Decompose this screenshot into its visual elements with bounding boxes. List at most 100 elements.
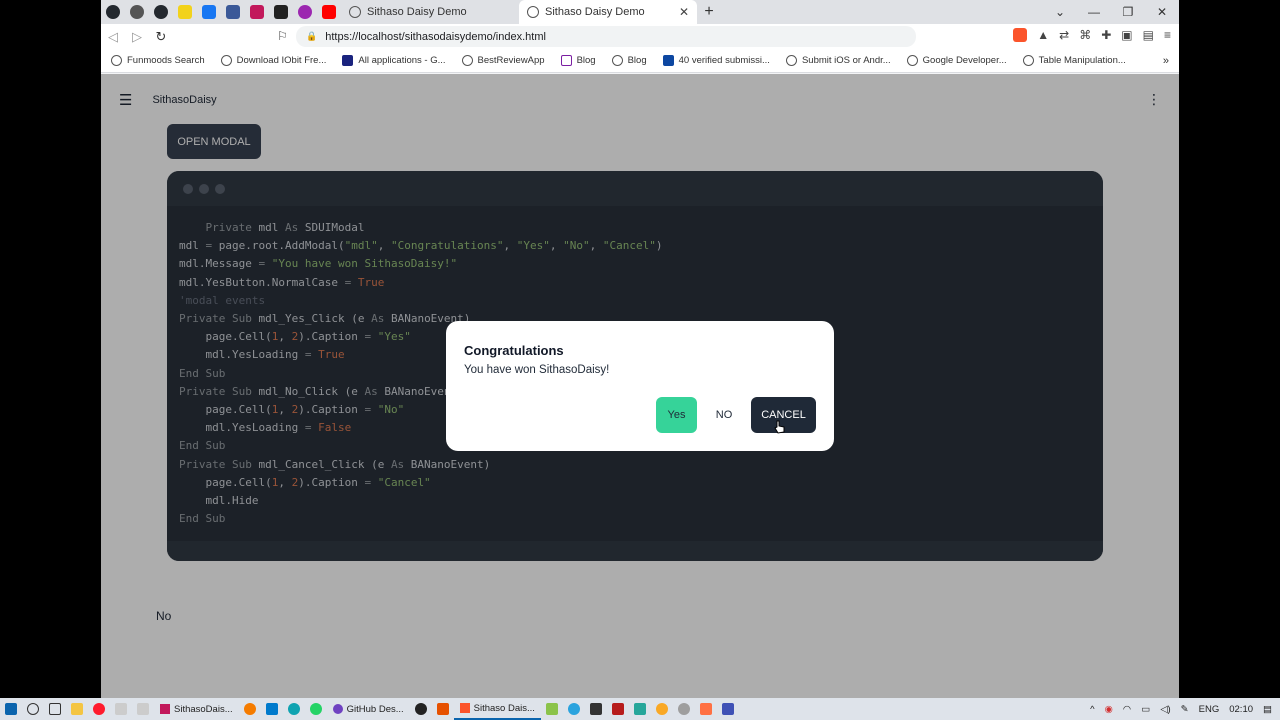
bookmark-item[interactable]: Google Developer...	[906, 55, 1007, 66]
globe-icon	[461, 55, 473, 66]
bookmark-item[interactable]: Download IObit Fre...	[220, 55, 326, 66]
modal-backdrop[interactable]: Congratulations You have won SithasoDais…	[101, 74, 1179, 698]
restore-button[interactable]: ❐	[1111, 0, 1145, 24]
pinned-tab-purple[interactable]	[293, 0, 317, 24]
taskbar-app-icon[interactable]	[541, 698, 563, 720]
brave-shield-icon[interactable]	[1013, 28, 1028, 42]
windows-taskbar: SithasoDais... GitHub Des... Sithaso Dai…	[0, 698, 1280, 720]
reload-button[interactable]: ↻	[149, 29, 173, 45]
close-window-button[interactable]: ✕	[1145, 0, 1179, 24]
bookmark-item[interactable]: Blog	[611, 55, 647, 66]
taskbar-app-github[interactable]: GitHub Des...	[327, 698, 410, 720]
lock-icon: 🔒	[306, 31, 318, 41]
wifi-icon[interactable]: ◠	[1123, 704, 1131, 715]
close-tab-icon[interactable]: ✕	[679, 5, 689, 19]
browser-window: Sithaso Daisy Demo Sithaso Daisy Demo ✕ …	[101, 0, 1179, 698]
minimize-button[interactable]: —	[1077, 0, 1111, 24]
globe-icon	[349, 6, 361, 18]
globe-icon	[611, 55, 623, 66]
rewards-icon[interactable]: ▲	[1037, 28, 1049, 42]
whatsapp-icon[interactable]	[305, 698, 327, 720]
bookmark-icon[interactable]: ⚐	[277, 29, 288, 43]
sidebar-icon[interactable]: ▣	[1121, 28, 1132, 42]
filezilla-icon[interactable]	[607, 698, 629, 720]
taskbar-app-icon[interactable]	[629, 698, 651, 720]
telegram-icon[interactable]	[563, 698, 585, 720]
translate-icon[interactable]: ⇄	[1059, 28, 1069, 42]
yes-button[interactable]: Yes	[656, 397, 697, 433]
globe-icon	[1022, 55, 1034, 66]
taskbar-app-icon[interactable]	[110, 698, 132, 720]
taskbar-app-icon[interactable]	[239, 698, 261, 720]
menu-icon[interactable]: ≡	[1164, 28, 1171, 42]
windows-start-icon[interactable]	[0, 698, 22, 720]
taskbar-app-icon[interactable]	[717, 698, 739, 720]
pinned-tab-blue[interactable]	[221, 0, 245, 24]
wallet-icon[interactable]: ▤	[1143, 28, 1154, 42]
clock[interactable]: 02:10	[1229, 704, 1253, 715]
bookmark-favicon-icon	[662, 55, 674, 66]
new-tab-button[interactable]: +	[697, 3, 721, 21]
bookmark-favicon-icon	[342, 55, 354, 66]
window-controls: ⌄ — ❐ ✕	[1043, 0, 1179, 24]
bookmark-item[interactable]: All applications - G...	[342, 55, 446, 66]
search-icon[interactable]	[22, 698, 44, 720]
back-button[interactable]: ◁	[101, 29, 125, 45]
volume-icon[interactable]: ◁)	[1160, 704, 1170, 715]
pinned-tab-red[interactable]	[245, 0, 269, 24]
extensions-puzzle-icon[interactable]: ✚	[1101, 28, 1111, 42]
tab-inactive[interactable]: Sithaso Daisy Demo	[341, 0, 519, 24]
tab-search-icon[interactable]: ⌄	[1043, 0, 1077, 24]
globe-icon	[906, 55, 918, 66]
modal-message: You have won SithasoDaisy!	[464, 364, 610, 376]
github-pinned-tab[interactable]	[101, 0, 125, 24]
no-button[interactable]: NO	[707, 397, 741, 433]
bookmark-item[interactable]: Submit iOS or Andr...	[785, 55, 891, 66]
taskbar-app-icon[interactable]	[695, 698, 717, 720]
pen-icon[interactable]: ✎	[1181, 704, 1189, 715]
facebook-pinned-tab[interactable]	[197, 0, 221, 24]
url-field[interactable]: 🔒 https://localhost/sithasodaisydemo/ind…	[296, 26, 916, 47]
pinned-tab-dark[interactable]	[269, 0, 293, 24]
toolbar-icons: ▲ ⇄ ⌘ ✚ ▣ ▤ ≡	[1013, 28, 1171, 42]
tab-title: Sithaso Daisy Demo	[367, 6, 467, 18]
bookmark-item[interactable]: 40 verified submissi...	[662, 55, 770, 66]
bookmark-item[interactable]: Blog	[560, 55, 596, 66]
globe-icon	[527, 6, 539, 18]
forward-button[interactable]: ▷	[125, 29, 149, 45]
github-pinned-tab-2[interactable]	[149, 0, 173, 24]
youtube-pinned-tab[interactable]	[317, 0, 341, 24]
tray-app-icon[interactable]: ◉	[1105, 704, 1113, 715]
tab-active[interactable]: Sithaso Daisy Demo ✕	[519, 0, 697, 24]
taskbar-app-icon[interactable]	[410, 698, 432, 720]
chevron-up-icon[interactable]: ^	[1090, 704, 1094, 715]
modal-actions: Yes NO CANCEL	[656, 397, 816, 433]
tab-strip: Sithaso Daisy Demo Sithaso Daisy Demo ✕ …	[101, 0, 1179, 24]
file-explorer-icon[interactable]	[66, 698, 88, 720]
github-icon	[332, 704, 343, 714]
taskbar-app-icon[interactable]	[651, 698, 673, 720]
battery-icon[interactable]: ▭	[1141, 704, 1150, 715]
taskbar-app-sithaso[interactable]: SithasoDais...	[154, 698, 239, 720]
terminal-icon[interactable]	[585, 698, 607, 720]
edge-icon[interactable]	[283, 698, 305, 720]
taskbar-app-brave[interactable]: Sithaso Dais...	[453, 698, 541, 720]
chevron-right-icon[interactable]: »	[1163, 55, 1169, 67]
notification-icon[interactable]: ▤	[1263, 704, 1272, 715]
taskbar-app-icon[interactable]	[673, 698, 695, 720]
bookmark-item[interactable]: Table Manipulation...	[1022, 55, 1126, 66]
taskbar-app-icon[interactable]	[432, 698, 454, 720]
globe-icon	[111, 55, 122, 66]
vscode-icon[interactable]	[261, 698, 283, 720]
bookmark-item[interactable]: BestReviewApp	[461, 55, 545, 66]
language-indicator[interactable]: ENG	[1199, 704, 1220, 715]
pinned-tab[interactable]	[125, 0, 149, 24]
taskbar-app-icon[interactable]	[132, 698, 154, 720]
tab-title: Sithaso Daisy Demo	[545, 6, 645, 18]
task-view-icon[interactable]	[44, 698, 66, 720]
globe-icon	[220, 55, 232, 66]
opera-icon[interactable]	[88, 698, 110, 720]
bookmark-item[interactable]: Funmoods Search	[111, 55, 205, 66]
extension-icon[interactable]: ⌘	[1079, 28, 1091, 42]
pinned-tab-yellow[interactable]	[173, 0, 197, 24]
